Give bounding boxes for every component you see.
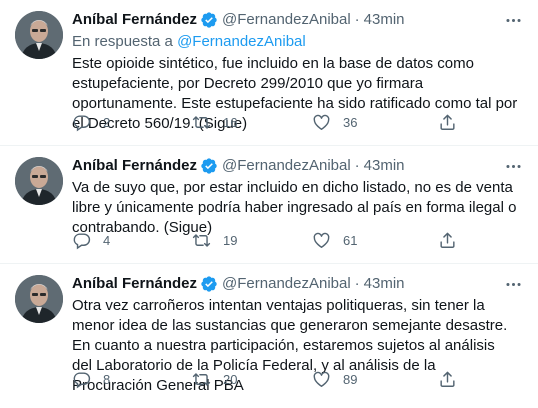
timestamp[interactable]: 43min (364, 156, 405, 176)
tweet-text: Va de suyo que, por estar incluido en di… (72, 179, 517, 236)
share-button[interactable] (438, 113, 457, 132)
avatar[interactable] (15, 157, 63, 205)
tweet[interactable]: Aníbal Fernández @FernandezAnibal · 43mi… (0, 264, 538, 408)
share-button[interactable] (438, 231, 457, 250)
like-button[interactable]: 89 (312, 370, 432, 389)
reply-button[interactable]: 8 (72, 370, 192, 389)
timestamp[interactable]: 43min (364, 10, 405, 30)
tweet-thread: Aníbal Fernández @FernandezAnibal · 43mi… (0, 0, 538, 408)
share-button[interactable] (438, 370, 457, 389)
retweet-count: 19 (223, 233, 238, 248)
retweet-arrows-icon (192, 113, 211, 132)
more-dots-icon[interactable] (502, 156, 524, 176)
reply-bubble-icon (72, 370, 91, 389)
reply-count: 8 (103, 372, 111, 387)
tweet-actions: 8 20 89 (72, 370, 522, 389)
share-upload-icon (438, 370, 457, 389)
retweet-count: 16 (223, 115, 238, 130)
tweet-actions: 4 19 61 (72, 231, 522, 250)
author-handle[interactable]: @FernandezAnibal (222, 10, 351, 30)
author-handle[interactable]: @FernandezAnibal (222, 156, 351, 176)
tweet-header: Aníbal Fernández @FernandezAnibal · 43mi… (72, 10, 522, 30)
tweet[interactable]: Aníbal Fernández @FernandezAnibal · 43mi… (0, 0, 538, 146)
tweet-actions: 2 16 36 (72, 113, 522, 132)
verified-badge-icon (200, 11, 218, 29)
author-name[interactable]: Aníbal Fernández (72, 156, 197, 176)
timestamp[interactable]: 43min (364, 274, 405, 294)
reply-bubble-icon (72, 113, 91, 132)
verified-badge-icon (200, 157, 218, 175)
retweet-button[interactable]: 20 (192, 370, 312, 389)
retweet-arrows-icon (192, 370, 211, 389)
avatar[interactable] (15, 11, 63, 59)
reply-bubble-icon (72, 231, 91, 250)
tweet[interactable]: Aníbal Fernández @FernandezAnibal · 43mi… (0, 146, 538, 264)
retweet-count: 20 (223, 372, 238, 387)
author-name[interactable]: Aníbal Fernández (72, 10, 197, 30)
retweet-button[interactable]: 19 (192, 231, 312, 250)
verified-badge-icon (200, 275, 218, 293)
like-count: 61 (343, 233, 358, 248)
more-dots-icon[interactable] (502, 10, 524, 30)
reply-count: 4 (103, 233, 111, 248)
like-count: 89 (343, 372, 358, 387)
heart-icon (312, 113, 331, 132)
tweet-header: Aníbal Fernández @FernandezAnibal · 43mi… (72, 156, 522, 176)
author-name[interactable]: Aníbal Fernández (72, 274, 197, 294)
tweet-header: Aníbal Fernández @FernandezAnibal · 43mi… (72, 274, 522, 294)
heart-icon (312, 370, 331, 389)
like-button[interactable]: 36 (312, 113, 432, 132)
reply-context: En respuesta a @FernandezAnibal (72, 32, 522, 52)
reply-button[interactable]: 2 (72, 113, 192, 132)
retweet-button[interactable]: 16 (192, 113, 312, 132)
heart-icon (312, 231, 331, 250)
avatar[interactable] (15, 275, 63, 323)
reply-button[interactable]: 4 (72, 231, 192, 250)
retweet-arrows-icon (192, 231, 211, 250)
reply-prefix: En respuesta a (72, 33, 173, 50)
separator-dot: · (354, 157, 360, 174)
like-count: 36 (343, 115, 358, 130)
more-dots-icon[interactable] (502, 274, 524, 294)
like-button[interactable]: 61 (312, 231, 432, 250)
author-handle[interactable]: @FernandezAnibal (222, 274, 351, 294)
reply-count: 2 (103, 115, 111, 130)
share-upload-icon (438, 231, 457, 250)
separator-dot: · (354, 11, 360, 28)
share-upload-icon (438, 113, 457, 132)
separator-dot: · (354, 275, 360, 292)
reply-mention-link[interactable]: @FernandezAnibal (177, 33, 306, 50)
